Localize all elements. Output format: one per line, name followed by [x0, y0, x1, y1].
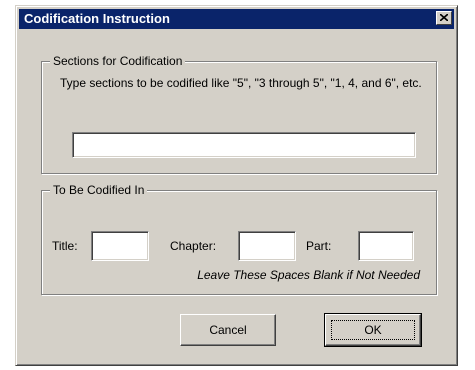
sections-instructions: Type sections to be codified like "5", "… [60, 76, 422, 90]
cancel-button[interactable]: Cancel [180, 314, 276, 346]
part-label: Part: [306, 239, 332, 253]
chapter-label: Chapter: [170, 239, 217, 253]
title-input[interactable] [91, 231, 149, 261]
ok-button[interactable]: OK [324, 313, 422, 347]
ok-button-label: OK [364, 323, 382, 337]
codification-dialog: Codification Instruction Sections for Co… [15, 5, 458, 366]
sections-input[interactable] [72, 132, 416, 158]
title-bar[interactable]: Codification Instruction [19, 9, 454, 29]
part-input[interactable] [358, 231, 414, 261]
codified-in-group: To Be Codified In Title: Chapter: Part: … [41, 183, 437, 295]
codified-in-group-legend: To Be Codified In [50, 183, 148, 198]
title-label: Title: [52, 239, 78, 253]
cancel-button-label: Cancel [209, 323, 247, 337]
sections-group-legend: Sections for Codification [50, 54, 186, 69]
dialog-title: Codification Instruction [24, 11, 170, 26]
chapter-input[interactable] [238, 231, 296, 261]
blank-hint: Leave These Spaces Blank if Not Needed [197, 268, 420, 282]
sections-group: Sections for Codification Type sections … [41, 54, 437, 174]
close-icon [440, 14, 448, 21]
close-button[interactable] [436, 11, 452, 25]
